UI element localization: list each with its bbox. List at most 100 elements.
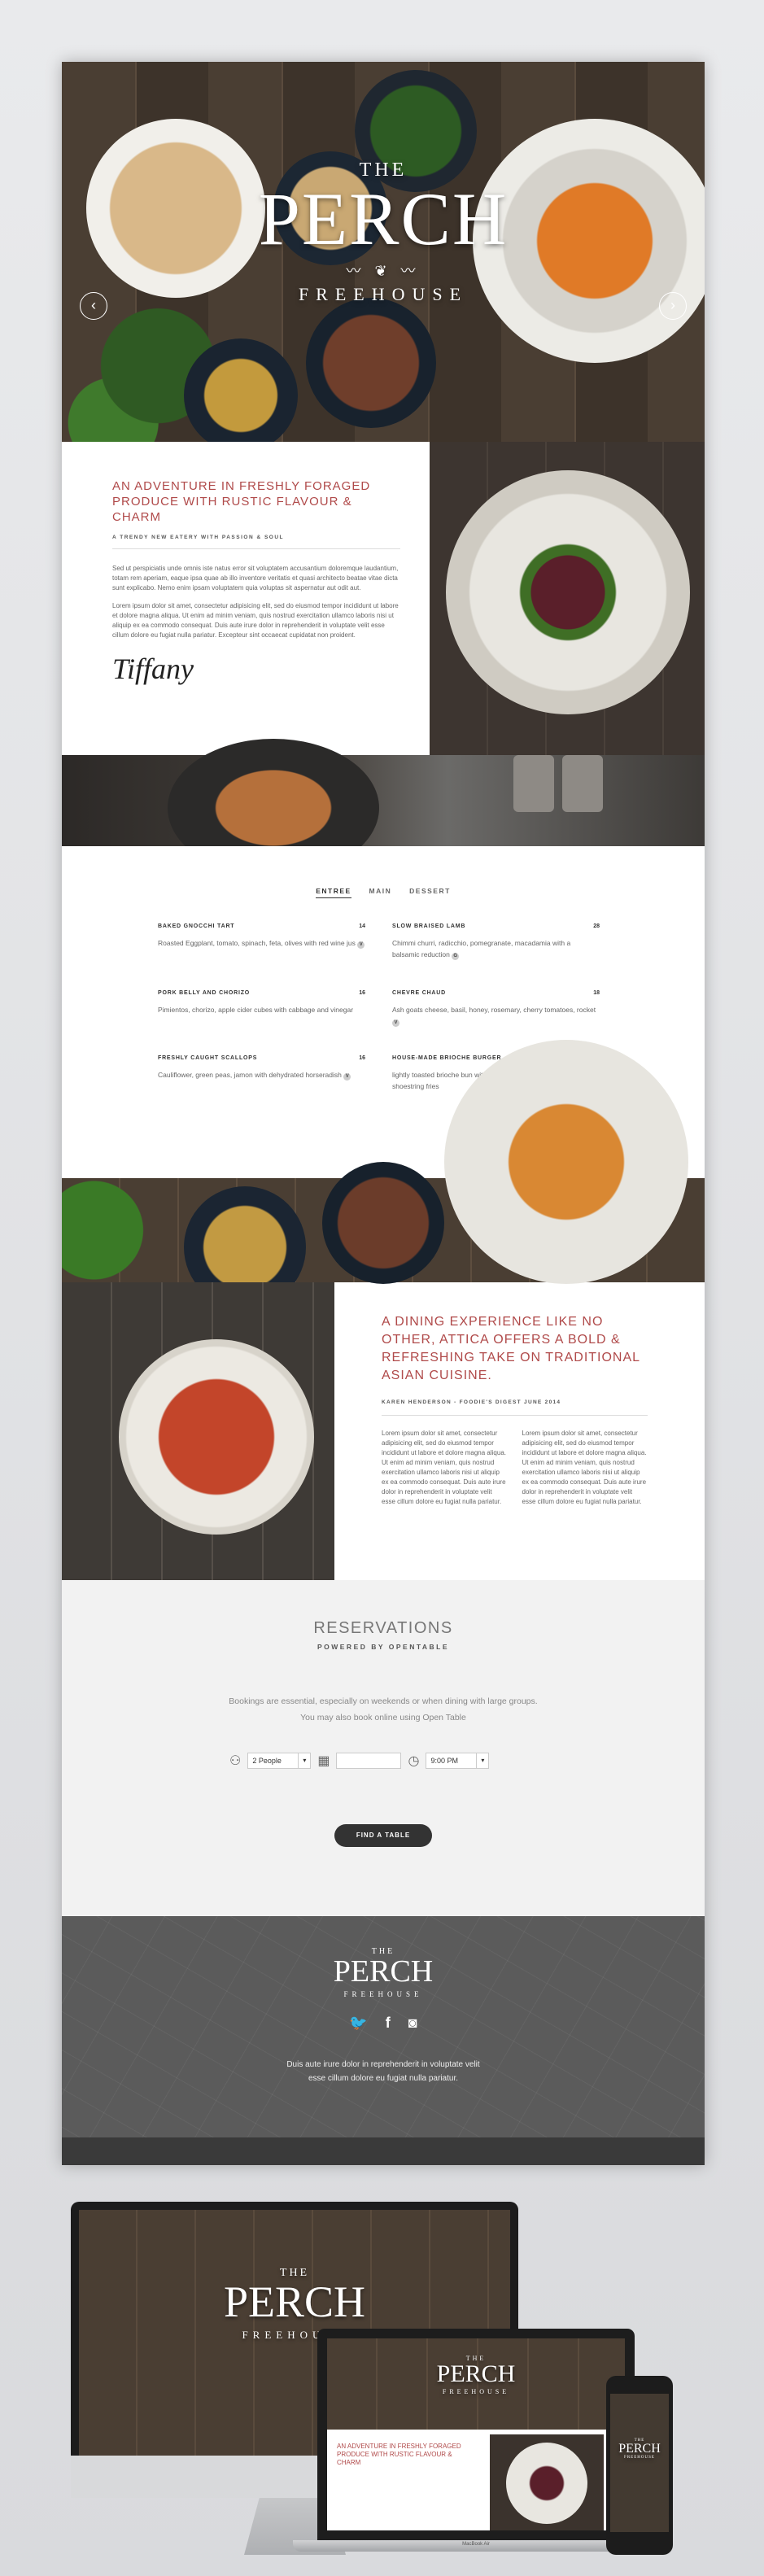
footer-text-line: Duis aute irure dolor in reprehenderit i… — [286, 2060, 480, 2069]
menu-item: PORK BELLY AND CHORIZO 16 Pimientos, cho… — [158, 990, 365, 1015]
footer-text: Duis aute irure dolor in reprehenderit i… — [62, 2058, 705, 2085]
hero-banner: THE PERCH 〰 ❦ 〰 FREEHOUSE ‹ › — [62, 62, 705, 442]
facebook-icon[interactable]: f — [386, 2015, 391, 2032]
laptop-mockup: THE PERCH FREEHOUSE AN ADVENTURE IN FRES… — [317, 2329, 635, 2540]
main-dish-image — [444, 1040, 688, 1284]
review-section: A DINING EXPERIENCE LIKE NO OTHER, ATTIC… — [62, 1282, 705, 1580]
reservation-form: ⚇ 2 People ▾ ▦ ◷ 9:00 PM ▾ — [229, 1753, 490, 1769]
menu-item-desc-text: Ash goats cheese, basil, honey, rosemary… — [392, 1006, 596, 1014]
calendar-icon: ▦ — [317, 1754, 330, 1768]
footer-logo-subtitle: FREEHOUSE — [343, 1990, 423, 1998]
desktop-logo-name: PERCH — [223, 2277, 366, 2326]
menu-item-name: PORK BELLY AND CHORIZO — [158, 990, 251, 996]
chevron-left-icon[interactable]: ‹ — [80, 292, 107, 320]
review-paragraph: Lorem ipsum dolor sit amet, consectetur … — [382, 1430, 506, 1505]
people-select[interactable]: 2 People ▾ — [247, 1753, 312, 1769]
logo-subtitle: FREEHOUSE — [298, 284, 469, 304]
diet-badge: V — [357, 941, 365, 949]
find-table-button[interactable]: FIND A TABLE — [334, 1824, 432, 1847]
phone-logo: THE PERCH FREEHOUSE — [610, 2438, 669, 2460]
reservations-info-line: Bookings are essential, especially on we… — [229, 1696, 538, 1706]
hero-logo: THE PERCH 〰 ❦ 〰 FREEHOUSE — [62, 159, 705, 305]
chevron-right-icon[interactable]: › — [659, 292, 687, 320]
laptop-heading: AN ADVENTURE IN FRESHLY FORAGED PRODUCE … — [337, 2443, 461, 2466]
people-select-value: 2 People — [252, 1757, 282, 1765]
laptop-screen: THE PERCH FREEHOUSE AN ADVENTURE IN FRES… — [327, 2338, 625, 2530]
soup-bowl-image — [119, 1339, 314, 1535]
laptop-logo-name: PERCH — [436, 2360, 516, 2387]
phone-mockup: THE PERCH FREEHOUSE — [606, 2376, 673, 2555]
reservations-title: RESERVATIONS — [313, 1619, 453, 1637]
diet-badge: V — [343, 1073, 351, 1081]
diet-badge: G — [452, 953, 460, 960]
time-select[interactable]: 9:00 PM ▾ — [426, 1753, 490, 1769]
laptop-logo: THE PERCH FREEHOUSE — [327, 2355, 625, 2395]
intro-tagline: A TRENDY NEW EATERY WITH PASSION & SOUL — [112, 535, 400, 549]
laptop-logo-subtitle: FREEHOUSE — [442, 2388, 510, 2395]
footer: THE PERCH FREEHOUSE 🐦 f ◙ Duis aute irur… — [62, 1916, 705, 2165]
glass-image — [513, 755, 554, 812]
menu-item: FRESHLY CAUGHT SCALLOPS 16 Cauliflower, … — [158, 1055, 365, 1081]
menu-item-desc: Chimmi churri, radicchio, pomegranate, m… — [392, 937, 600, 960]
intro-section: AN ADVENTURE IN FRESHLY FORAGED PRODUCE … — [62, 442, 705, 755]
menu-item-desc: Pimientos, chorizo, apple cider cubes wi… — [158, 1006, 354, 1014]
phone-screen: THE PERCH FREEHOUSE — [610, 2394, 669, 2532]
person-icon: ⚇ — [229, 1754, 242, 1768]
menu-item-name: BAKED GNOCCHI TART — [158, 923, 235, 929]
menu-item: BAKED GNOCCHI TART 14 Roasted Eggplant, … — [158, 923, 365, 949]
tab-entree[interactable]: ENTREE — [316, 887, 351, 898]
meat-bowl-image — [306, 298, 436, 428]
footer-logo[interactable]: THE PERCH FREEHOUSE — [62, 1947, 705, 1998]
menu-item-desc: Cauliflower, green peas, jamon with dehy… — [158, 1069, 365, 1081]
phone-logo-subtitle: FREEHOUSE — [624, 2456, 655, 2460]
instagram-icon[interactable]: ◙ — [408, 2015, 417, 2032]
diet-badge: V — [392, 1019, 399, 1027]
review-paragraph: Lorem ipsum dolor sit amet, consectetur … — [522, 1430, 647, 1505]
menu-item-price: 14 — [359, 923, 365, 929]
laptop-base: MacBook Air — [293, 2540, 659, 2552]
laptop-dish-image — [490, 2434, 604, 2530]
clock-icon: ◷ — [408, 1754, 420, 1768]
menu-item-price: 16 — [359, 1055, 365, 1061]
review-text-block: A DINING EXPERIENCE LIKE NO OTHER, ATTIC… — [334, 1282, 705, 1580]
menu-item-price: 18 — [593, 990, 600, 996]
twitter-icon[interactable]: 🐦 — [349, 2015, 367, 2032]
glass-image — [562, 755, 603, 812]
menu-item: SLOW BRAISED LAMB 28 Chimmi churri, radi… — [392, 923, 600, 960]
time-select-value: 9:00 PM — [430, 1757, 458, 1765]
plate-image — [506, 2443, 587, 2524]
powered-by-label: POWERED BY OPENTABLE — [317, 1643, 450, 1651]
chevron-down-icon: ▾ — [476, 1753, 488, 1768]
chevron-down-icon: ▾ — [298, 1753, 310, 1768]
plate-image — [446, 470, 690, 714]
intro-paragraph: Sed ut perspiciatis unde omnis iste natu… — [112, 565, 399, 592]
review-heading: A DINING EXPERIENCE LIKE NO OTHER, ATTIC… — [382, 1315, 640, 1382]
menu-item-desc-text: Cauliflower, green peas, jamon with dehy… — [158, 1071, 342, 1079]
tab-main[interactable]: MAIN — [369, 887, 392, 897]
intro-heading: AN ADVENTURE IN FRESHLY FORAGED PRODUCE … — [112, 479, 371, 524]
intro-paragraph: Lorem ipsum dolor sit amet, consectetur … — [112, 602, 399, 639]
menu-item: CHEVRE CHAUD 18 Ash goats cheese, basil,… — [392, 990, 600, 1027]
menu-item-price: 16 — [359, 990, 365, 996]
menu-item-name: FRESHLY CAUGHT SCALLOPS — [158, 1055, 258, 1061]
menu-item-desc: Ash goats cheese, basil, honey, rosemary… — [392, 1004, 600, 1027]
menu-item-price: 28 — [593, 923, 600, 929]
menu-item-desc-text: Chimmi churri, radicchio, pomegranate, m… — [392, 939, 571, 958]
reservations-section: RESERVATIONS POWERED BY OPENTABLE Bookin… — [62, 1580, 705, 1916]
menu-tabs: ENTREE MAIN DESSERT — [62, 887, 705, 898]
footer-text-line: esse cillum dolore eu fugiat nulla paria… — [308, 2074, 458, 2083]
beetroot-dish-image — [430, 442, 705, 755]
reservations-info-line: You may also book online using Open Tabl… — [300, 1713, 466, 1722]
falafel-bowl-image — [184, 338, 298, 442]
social-links: 🐦 f ◙ — [62, 2015, 705, 2032]
website-page: THE PERCH 〰 ❦ 〰 FREEHOUSE ‹ › AN ADVENTU… — [62, 62, 705, 2165]
review-columns: Lorem ipsum dolor sit amet, consectetur … — [382, 1429, 648, 1507]
date-input[interactable] — [336, 1753, 402, 1769]
reservations-info: Bookings are essential, especially on we… — [62, 1693, 705, 1726]
tab-dessert[interactable]: DESSERT — [409, 887, 451, 897]
soup-image — [62, 1282, 334, 1580]
flourish-icon: 〰 ❦ 〰 — [346, 263, 421, 279]
menu-item-name: CHEVRE CHAUD — [392, 990, 446, 996]
footer-bottom-bar — [62, 2137, 705, 2165]
menu-item-name: SLOW BRAISED LAMB — [392, 923, 466, 929]
